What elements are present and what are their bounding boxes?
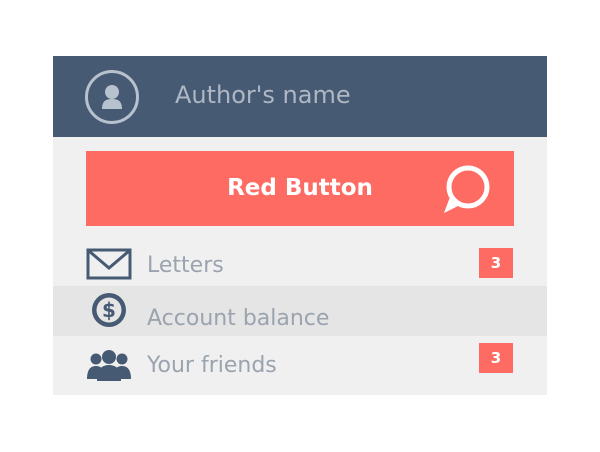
menu-item-label: Account balance xyxy=(147,306,330,331)
count-badge: 3 xyxy=(479,248,513,278)
menu-item-account-balance[interactable]: $ Account balance xyxy=(53,286,547,336)
red-button[interactable]: Red Button xyxy=(86,151,514,226)
chat-bubble-icon xyxy=(444,165,490,213)
envelope-icon xyxy=(86,248,132,280)
svg-text:$: $ xyxy=(102,298,116,322)
menu-item-label: Your friends xyxy=(147,353,277,378)
count-badge: 3 xyxy=(479,343,513,373)
profile-widget: Author's name Red Button Letters 3 $ Acc… xyxy=(53,56,547,395)
dollar-icon: $ xyxy=(92,293,126,327)
menu-item-your-friends[interactable]: Your friends 3 xyxy=(53,338,547,390)
author-name: Author's name xyxy=(175,81,351,109)
widget-header: Author's name xyxy=(53,56,547,137)
menu-item-letters[interactable]: Letters 3 xyxy=(53,238,547,286)
friends-icon xyxy=(87,350,131,381)
menu-item-label: Letters xyxy=(147,253,224,278)
user-avatar-icon[interactable] xyxy=(85,70,139,124)
